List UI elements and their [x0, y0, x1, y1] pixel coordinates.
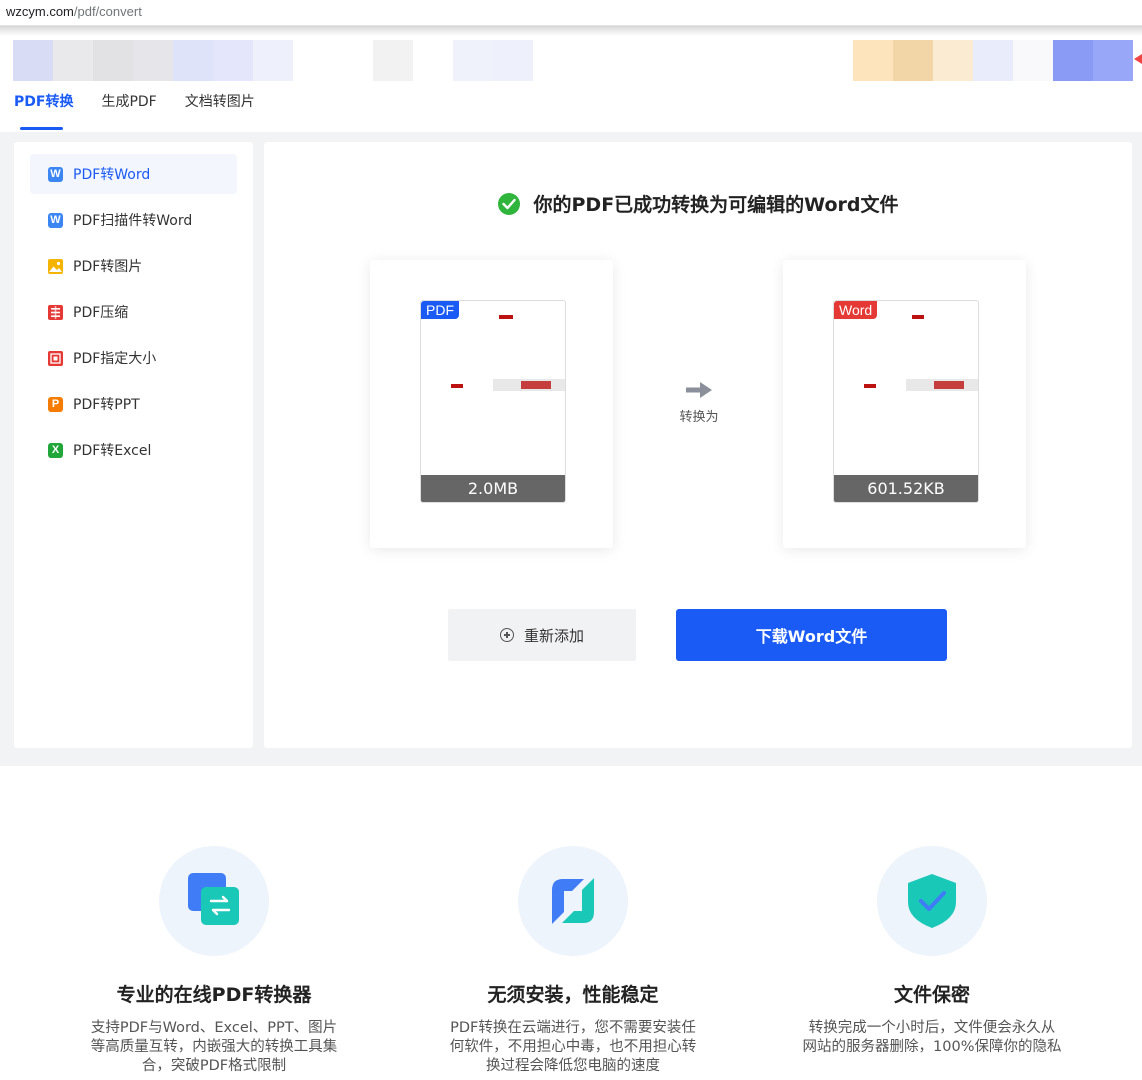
- sidebar-item-label: PDF扫描件转Word: [73, 213, 193, 229]
- feature-no-install: 无须安装，性能稳定 PDF转换在云端进行，您不需要安装任何软件，不用担心中毒，也…: [433, 846, 713, 1076]
- resize-icon: [48, 350, 63, 366]
- thumbnail-text: [934, 381, 964, 389]
- sidebar-item-pdf-resize[interactable]: PDF指定大小: [30, 338, 237, 378]
- convert-indicator: 转换为: [676, 382, 722, 425]
- feature-title: 文件保密: [893, 984, 970, 1006]
- thumbnail-text: [451, 384, 463, 388]
- sidebar-item-label: PDF压缩: [73, 305, 129, 321]
- source-thumbnail: PDF 2.0MB: [420, 300, 566, 503]
- thumbnail-text: [521, 381, 551, 389]
- success-message: 你的PDF已成功转换为可编辑的Word文件: [264, 190, 1132, 217]
- convert-label: 转换为: [679, 410, 719, 425]
- url-domain: wzcym.com: [6, 4, 74, 19]
- feature-description: PDF转换在云端进行，您不需要安装任何软件，不用担心中毒，也不用担心转换过程会降…: [449, 1020, 697, 1074]
- arrow-right-icon: [686, 382, 712, 398]
- cloud-icon: [518, 846, 628, 956]
- feature-privacy: 文件保密 转换完成一个小时后，文件便会永久从网站的服务器删除，100%保障你的隐…: [792, 846, 1072, 1057]
- excel-icon: X: [48, 442, 63, 458]
- thumbnail-text: [912, 315, 924, 319]
- feature-title: 专业的在线PDF转换器: [116, 984, 312, 1006]
- readd-label: 重新添加: [523, 626, 584, 645]
- success-text: 你的PDF已成功转换为可编辑的Word文件: [533, 194, 899, 216]
- image-icon: [48, 258, 63, 274]
- readd-button[interactable]: 重新添加: [448, 609, 636, 661]
- feature-title: 无须安装，性能稳定: [487, 984, 659, 1006]
- feature-professional: 专业的在线PDF转换器 支持PDF与Word、Excel、PPT、图片等高质量互…: [74, 846, 354, 1076]
- sidebar-item-pdf-compress[interactable]: PDF压缩: [30, 292, 237, 332]
- file-size-label: 601.52KB: [834, 475, 978, 502]
- conversion-panel: 你的PDF已成功转换为可编辑的Word文件 PDF 2.0MB 转换为 Word…: [264, 142, 1132, 748]
- feature-description: 转换完成一个小时后，文件便会永久从网站的服务器删除，100%保障你的隐私: [802, 1020, 1062, 1055]
- sidebar-item-label: PDF转Word: [73, 167, 151, 183]
- source-file-card: PDF 2.0MB: [370, 260, 613, 548]
- tab-generate-pdf[interactable]: 生成PDF: [101, 84, 156, 130]
- sidebar-item-label: PDF转Excel: [73, 443, 152, 459]
- target-file-card: Word 601.52KB: [783, 260, 1026, 548]
- pdf-badge: PDF: [421, 301, 459, 319]
- top-tabs: PDF转换 生成PDF 文档转图片: [14, 84, 283, 132]
- ppt-icon: P: [48, 396, 63, 412]
- url-path: /pdf/convert: [73, 4, 142, 19]
- thumbnail-text: [499, 315, 513, 319]
- sidebar-item-label: PDF转PPT: [73, 397, 140, 413]
- download-word-button[interactable]: 下载Word文件: [676, 609, 947, 661]
- check-circle-icon: [497, 192, 520, 215]
- word-badge: Word: [834, 301, 878, 319]
- target-thumbnail: Word 601.52KB: [833, 300, 979, 503]
- feature-description: 支持PDF与Word、Excel、PPT、图片等高质量互转，内嵌强大的转换工具集…: [90, 1020, 338, 1074]
- sidebar-item-pdf-to-word[interactable]: W PDF转Word: [30, 154, 237, 194]
- convert-icon: [159, 846, 269, 956]
- blurred-banner: [13, 40, 1133, 81]
- sidebar-item-pdf-to-excel[interactable]: X PDF转Excel: [30, 430, 237, 470]
- sidebar-item-label: PDF指定大小: [73, 351, 157, 367]
- word-icon: W: [48, 212, 63, 228]
- sidebar-item-pdf-to-ppt[interactable]: P PDF转PPT: [30, 384, 237, 424]
- sidebar: W PDF转Word W PDF扫描件转Word PDF转图片 PDF压缩 PD…: [14, 142, 253, 748]
- edge-marker-icon: [1134, 54, 1142, 64]
- shield-check-icon: [877, 846, 987, 956]
- word-icon: W: [48, 166, 63, 182]
- toolbar-shadow: [0, 26, 1142, 36]
- compress-icon: [48, 304, 63, 320]
- address-bar[interactable]: wzcym.com/pdf/convert: [0, 0, 1142, 26]
- sidebar-item-scan-to-word[interactable]: W PDF扫描件转Word: [30, 200, 237, 240]
- tab-pdf-convert[interactable]: PDF转换: [14, 84, 73, 130]
- plus-circle-icon: [499, 628, 514, 642]
- tab-doc-to-image[interactable]: 文档转图片: [185, 84, 255, 130]
- thumbnail-text: [864, 384, 876, 388]
- sidebar-item-pdf-to-image[interactable]: PDF转图片: [30, 246, 237, 286]
- sidebar-item-label: PDF转图片: [73, 259, 143, 275]
- file-size-label: 2.0MB: [421, 475, 565, 502]
